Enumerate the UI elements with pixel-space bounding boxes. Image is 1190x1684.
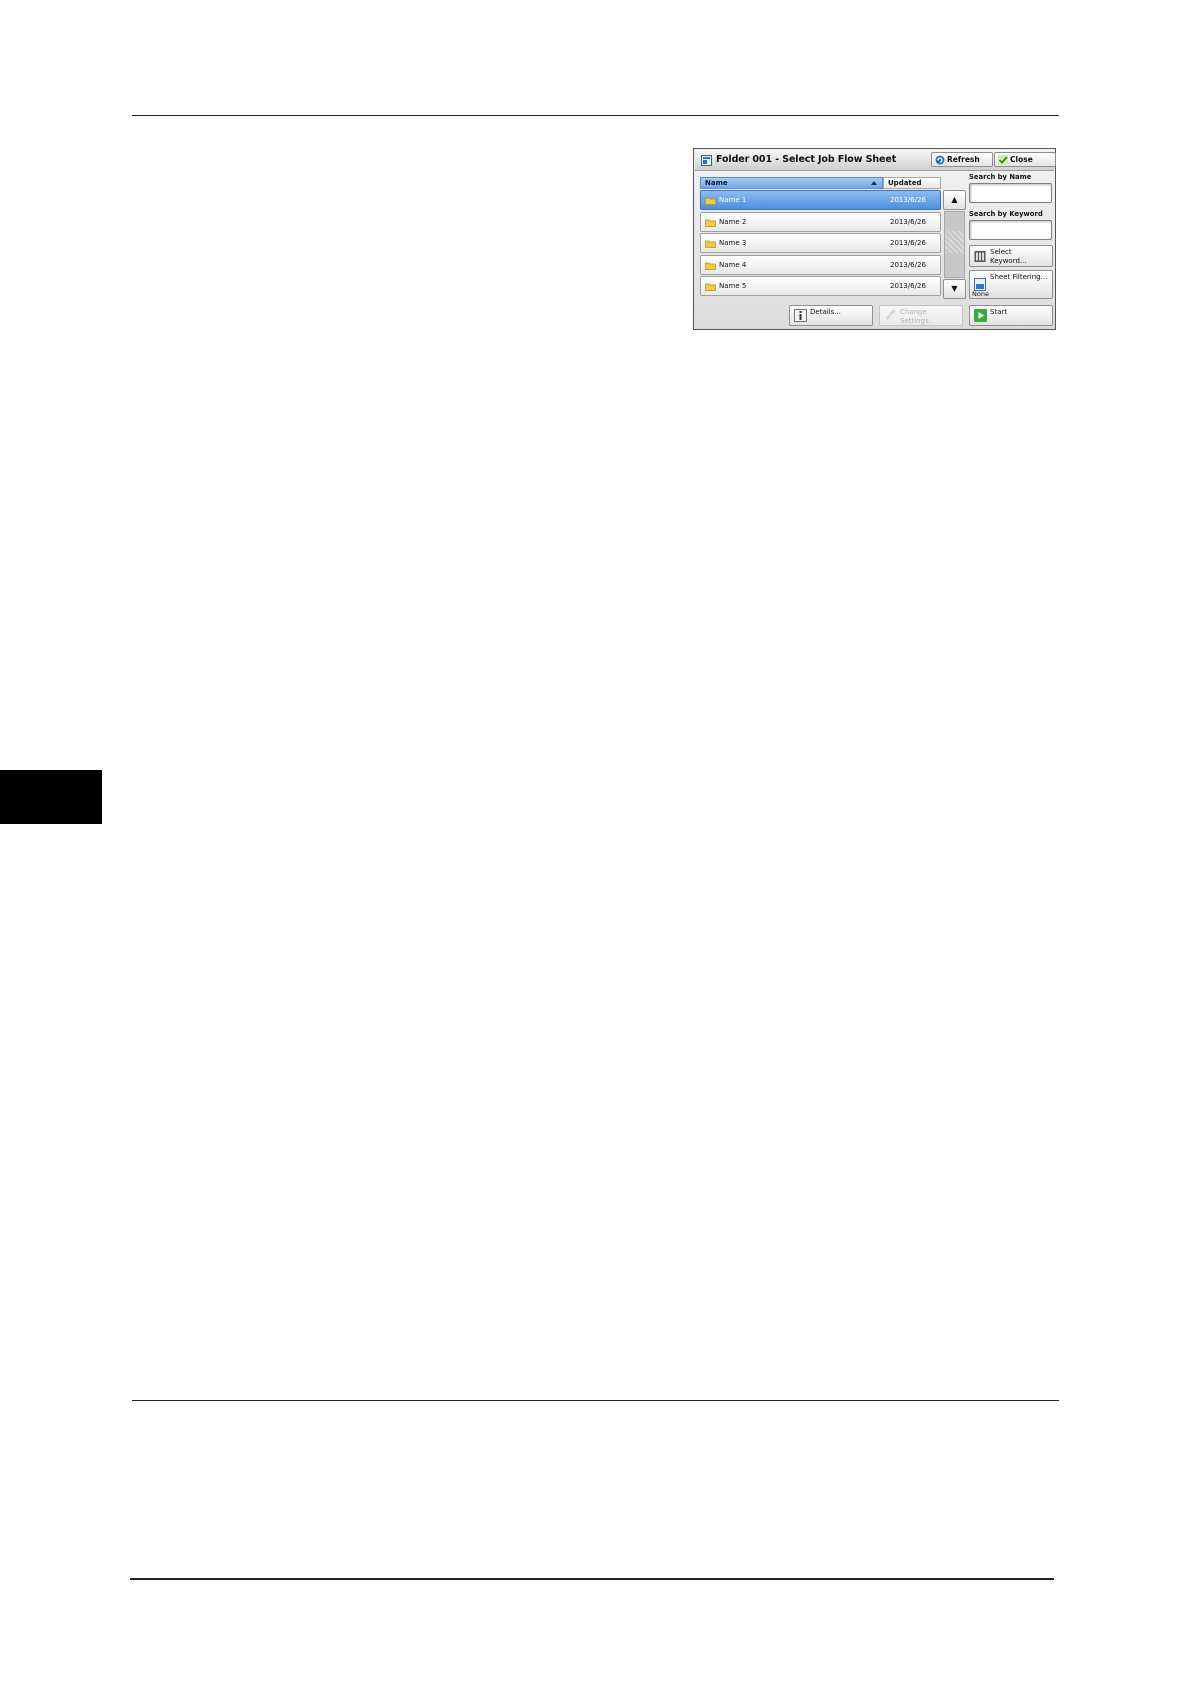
start-button[interactable]: Start (969, 305, 1053, 326)
sheet-filtering-label: Sheet Filtering... (990, 273, 1048, 281)
info-icon (794, 309, 807, 322)
list-item[interactable]: Name 3 2013/6/26 (700, 233, 941, 253)
panel-titlebar: Folder 001 - Select Job Flow Sheet Refre… (695, 150, 1056, 171)
select-keyword-button[interactable]: Select Keyword... (969, 245, 1053, 267)
refresh-label: Refresh (947, 155, 980, 164)
checkmark-icon (998, 155, 1008, 165)
column-updated-label: Updated (888, 179, 922, 187)
list-item[interactable]: Name 2 2013/6/26 (700, 211, 941, 232)
chapter-tab (0, 770, 102, 824)
folder-icon (705, 197, 716, 205)
list-item[interactable]: Name 5 2013/6/26 (700, 276, 941, 296)
keyword-book-icon (974, 251, 986, 262)
folder-icon (705, 283, 716, 291)
refresh-button[interactable]: Refresh (931, 152, 993, 167)
folder-icon (705, 240, 716, 248)
page-bottom-rule (130, 1578, 1054, 1580)
list-scrollbar[interactable]: ▲ ▼ (943, 190, 966, 299)
folder-icon (705, 262, 716, 270)
list-header: Name Updated (700, 177, 941, 189)
item-name: Name 4 (719, 260, 747, 269)
job-flow-sheet-panel: Folder 001 - Select Job Flow Sheet Refre… (693, 148, 1056, 330)
details-label: Details... (810, 308, 841, 316)
folder-icon (705, 219, 716, 227)
item-date: 2013/6/26 (890, 217, 926, 226)
arrow-down-icon: ▼ (951, 284, 958, 293)
list-item[interactable]: Name 1 2013/6/26 (700, 190, 941, 210)
item-name: Name 3 (719, 239, 747, 247)
item-date: 2013/6/26 (890, 260, 926, 269)
item-name: Name 2 (719, 217, 747, 226)
refresh-icon (935, 155, 945, 165)
column-header-updated[interactable]: Updated (883, 177, 941, 189)
column-name-label: Name (705, 179, 728, 187)
search-by-name-label: Search by Name (969, 173, 1032, 181)
scroll-up-button[interactable]: ▲ (943, 190, 966, 210)
arrow-up-icon: ▲ (951, 195, 958, 204)
details-button[interactable]: Details... (789, 305, 873, 326)
item-name: Name 5 (719, 282, 747, 290)
header-rule (132, 115, 1059, 116)
panel-title: Folder 001 - Select Job Flow Sheet (716, 154, 897, 165)
change-settings-button[interactable]: Change Settings... (879, 305, 963, 326)
footer-rule (132, 1400, 1059, 1401)
item-date: 2013/6/26 (890, 239, 926, 247)
sheet-filtering-button[interactable]: Sheet Filtering... None (969, 270, 1053, 299)
scroll-thumb[interactable] (945, 231, 964, 253)
start-label: Start (990, 308, 1008, 316)
search-by-keyword-label: Search by Keyword (969, 210, 1043, 218)
scroll-track[interactable] (944, 211, 965, 278)
column-header-name[interactable]: Name (700, 177, 883, 189)
settings-icon (886, 309, 896, 320)
list-item[interactable]: Name 4 2013/6/26 (700, 254, 941, 275)
sheet-list: Name 1 2013/6/26 Name 2 2013/6/26 Name 3… (700, 190, 941, 298)
sort-ascending-icon (871, 181, 877, 185)
close-label: Close (1010, 155, 1033, 164)
item-name: Name 1 (719, 196, 747, 204)
job-flow-sheet-icon (701, 155, 712, 166)
item-date: 2013/6/26 (890, 282, 926, 290)
change-settings-label: Change Settings... (900, 308, 936, 325)
start-play-icon (974, 309, 987, 322)
close-button[interactable]: Close (994, 152, 1056, 167)
item-date: 2013/6/26 (890, 196, 926, 204)
select-keyword-label: Select Keyword... (990, 248, 1027, 265)
sheet-filtering-value: None (972, 290, 989, 298)
scroll-down-button[interactable]: ▼ (943, 279, 966, 299)
search-by-keyword-input[interactable] (969, 220, 1052, 240)
search-by-name-input[interactable] (969, 183, 1052, 203)
